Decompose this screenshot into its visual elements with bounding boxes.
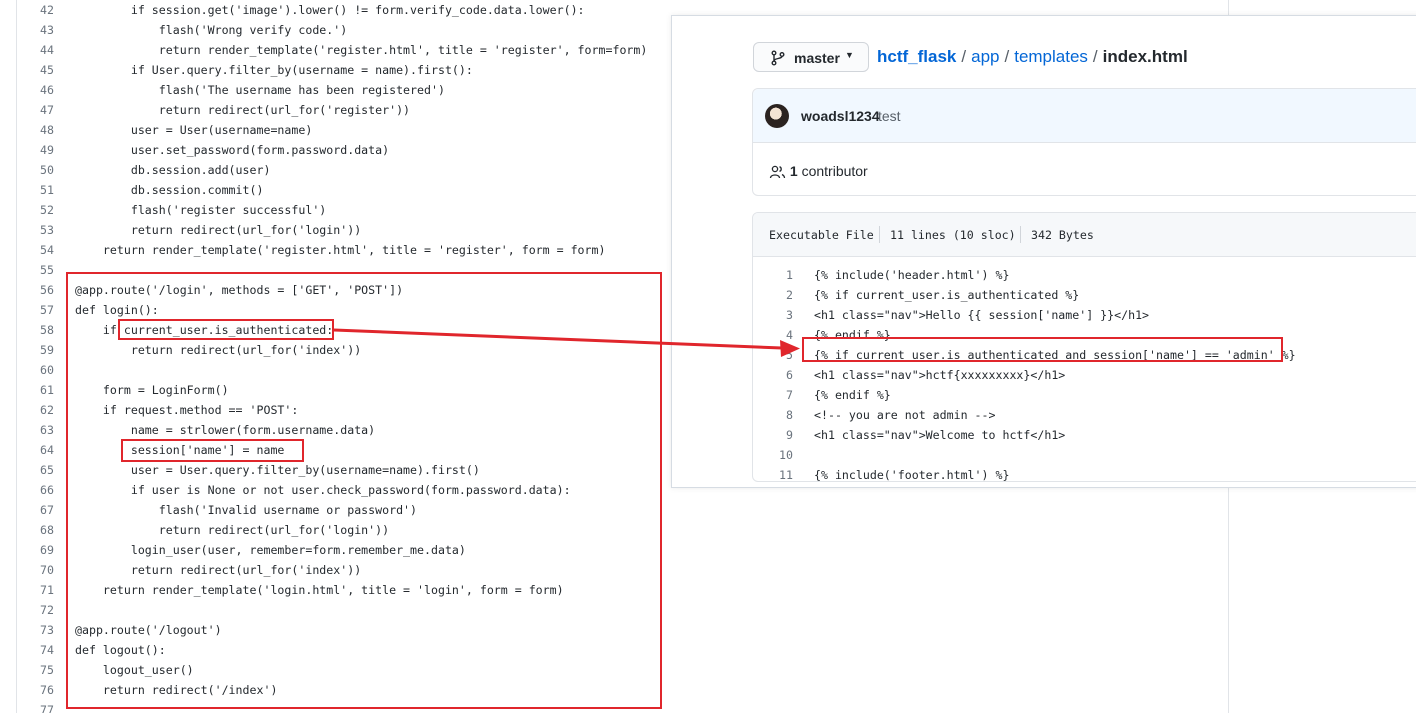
breadcrumb-templates-link[interactable]: templates bbox=[1014, 47, 1088, 66]
breadcrumb-file-name: index.html bbox=[1102, 47, 1188, 66]
line-code: flash('register successful') bbox=[75, 203, 327, 217]
breadcrumb-separator: / bbox=[961, 47, 967, 66]
branch-label: master bbox=[794, 50, 840, 66]
line-number: 49 bbox=[40, 143, 54, 157]
line-number[interactable]: 10 bbox=[753, 445, 793, 465]
line-number: 43 bbox=[40, 23, 54, 37]
line-number: 52 bbox=[40, 203, 54, 217]
line-code: <h1 class="nav">Welcome to hctf</h1> bbox=[814, 428, 1066, 442]
line-code: <h1 class="nav">hctf{xxxxxxxxx}</h1> bbox=[814, 368, 1066, 382]
contributor-count: 1 bbox=[789, 163, 798, 179]
line-number: 50 bbox=[40, 163, 54, 177]
line-number[interactable]: 6 bbox=[753, 365, 793, 385]
line-number: 70 bbox=[40, 563, 54, 577]
breadcrumb-separator: / bbox=[1092, 47, 1098, 66]
line-number[interactable]: 5 bbox=[753, 345, 793, 365]
line-number: 45 bbox=[40, 63, 54, 77]
line-code: {% if current_user.is_authenticated %} bbox=[814, 288, 1080, 302]
line-code: user.set_password(form.password.data) bbox=[75, 143, 390, 157]
line-number: 58 bbox=[40, 323, 54, 337]
line-number: 53 bbox=[40, 223, 54, 237]
line-number: 64 bbox=[40, 443, 54, 457]
line-number: 66 bbox=[40, 483, 54, 497]
line-number: 71 bbox=[40, 583, 54, 597]
line-code: return render_template('register.html', … bbox=[75, 43, 648, 57]
line-number: 57 bbox=[40, 303, 54, 317]
divider bbox=[1020, 226, 1021, 243]
line-code: return redirect(url_for('login')) bbox=[75, 223, 362, 237]
line-number: 73 bbox=[40, 623, 54, 637]
contributor-label: contributor bbox=[801, 163, 868, 179]
line-number: 61 bbox=[40, 383, 54, 397]
branch-select-button[interactable]: master ▼ bbox=[753, 42, 869, 72]
line-number: 76 bbox=[40, 683, 54, 697]
line-number: 60 bbox=[40, 363, 54, 377]
line-code: return redirect(url_for('register')) bbox=[75, 103, 411, 117]
file-mode: Executable File bbox=[769, 228, 874, 242]
line-number[interactable]: 7 bbox=[753, 385, 793, 405]
commit-author-link[interactable]: woadsl1234 bbox=[801, 108, 880, 124]
line-code: <h1 class="nav">Hello {{ session['name']… bbox=[814, 308, 1150, 322]
breadcrumb-separator: / bbox=[1004, 47, 1010, 66]
line-number: 42 bbox=[40, 3, 54, 17]
line-number: 47 bbox=[40, 103, 54, 117]
line-number: 55 bbox=[40, 263, 54, 277]
line-number[interactable]: 9 bbox=[753, 425, 793, 445]
divider bbox=[879, 226, 880, 243]
line-number: 63 bbox=[40, 423, 54, 437]
line-number: 62 bbox=[40, 403, 54, 417]
line-code: {% endif %} bbox=[814, 388, 891, 402]
is-authenticated-highlight-box bbox=[118, 319, 334, 340]
line-code: db.session.add(user) bbox=[75, 163, 271, 177]
line-number: 44 bbox=[40, 43, 54, 57]
line-number: 75 bbox=[40, 663, 54, 677]
line-code: if User.query.filter_by(username = name)… bbox=[75, 63, 473, 77]
line-number: 46 bbox=[40, 83, 54, 97]
line-number: 67 bbox=[40, 503, 54, 517]
line-code: flash('The username has been registered'… bbox=[75, 83, 445, 97]
line-code: {% include('header.html') %} bbox=[814, 268, 1010, 282]
line-number: 69 bbox=[40, 543, 54, 557]
people-icon bbox=[769, 166, 786, 179]
line-number[interactable]: 4 bbox=[753, 325, 793, 345]
session-name-highlight-box bbox=[121, 439, 304, 462]
line-code: user = User(username=name) bbox=[75, 123, 313, 137]
line-number[interactable]: 11 bbox=[753, 465, 793, 481]
avatar[interactable] bbox=[765, 104, 789, 128]
line-number: 74 bbox=[40, 643, 54, 657]
line-code: if session.get('image').lower() != form.… bbox=[75, 3, 585, 17]
line-number[interactable]: 8 bbox=[753, 405, 793, 425]
line-number: 51 bbox=[40, 183, 54, 197]
line-code: <!-- you are not admin --> bbox=[814, 408, 996, 422]
contributors-link[interactable]: 1 contributor bbox=[769, 163, 868, 179]
admin-check-highlight-box bbox=[802, 337, 1283, 362]
line-number: 59 bbox=[40, 343, 54, 357]
line-code: flash('Wrong verify code.') bbox=[75, 23, 348, 37]
line-number[interactable]: 2 bbox=[753, 285, 793, 305]
line-number: 72 bbox=[40, 603, 54, 617]
line-code: return render_template('register.html', … bbox=[75, 243, 606, 257]
latest-commit-box: woadsl1234 test 1 contributor bbox=[752, 88, 1416, 196]
line-number: 54 bbox=[40, 243, 54, 257]
line-code: db.session.commit() bbox=[75, 183, 264, 197]
breadcrumb-app-link[interactable]: app bbox=[971, 47, 999, 66]
file-size: 342 Bytes bbox=[1031, 228, 1094, 242]
file-line-count: 11 lines (10 sloc) bbox=[890, 228, 1016, 242]
git-branch-icon bbox=[771, 50, 785, 66]
line-number: 68 bbox=[40, 523, 54, 537]
commit-message-link[interactable]: test bbox=[878, 108, 901, 124]
commit-row: woadsl1234 test bbox=[753, 89, 1416, 143]
line-code: {% include('footer.html') %} bbox=[814, 468, 1010, 482]
breadcrumb-repo-link[interactable]: hctf_flask bbox=[877, 47, 956, 66]
line-number[interactable]: 1 bbox=[753, 265, 793, 285]
line-number: 56 bbox=[40, 283, 54, 297]
line-number: 48 bbox=[40, 123, 54, 137]
line-number: 77 bbox=[40, 703, 54, 713]
caret-down-icon: ▼ bbox=[845, 50, 854, 60]
file-info-header: Executable File 11 lines (10 sloc) 342 B… bbox=[753, 213, 1416, 257]
line-number[interactable]: 3 bbox=[753, 305, 793, 325]
line-number: 65 bbox=[40, 463, 54, 477]
breadcrumb: hctf_flask / app / templates / index.html bbox=[877, 47, 1188, 67]
github-file-view: master ▼ hctf_flask / app / templates / index.… bbox=[671, 15, 1416, 488]
